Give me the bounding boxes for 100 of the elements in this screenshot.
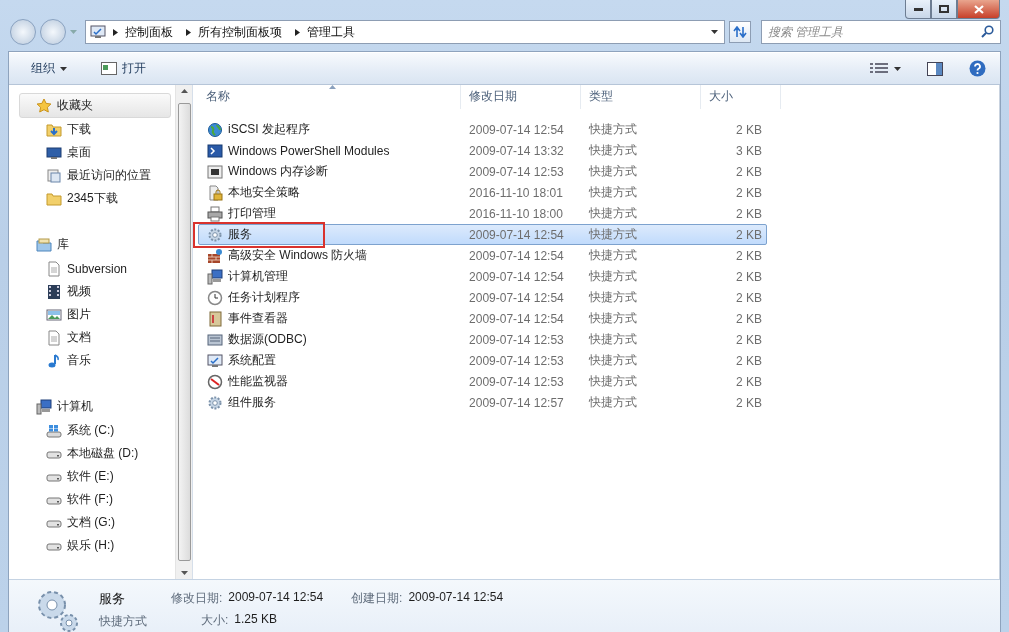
navigation-item[interactable]: 图片: [9, 303, 175, 326]
breadcrumb-arrow-icon: [113, 28, 118, 36]
dropdown-caret-icon: [711, 30, 718, 34]
scroll-up-arrow-icon[interactable]: [180, 89, 188, 93]
folder-icon: [46, 190, 62, 207]
navigation-item[interactable]: 软件 (F:): [9, 488, 175, 511]
organize-menu-button[interactable]: 组织: [23, 57, 75, 80]
navigation-group-item[interactable]: 库: [19, 232, 171, 257]
property-label: 修改日期:: [171, 590, 223, 607]
file-row[interactable]: iSCSI 发起程序 2009-07-14 12:54 快捷方式 2 KB: [198, 119, 767, 140]
size-cell: 2 KB: [736, 122, 762, 137]
file-row[interactable]: 性能监视器 2009-07-14 12:53 快捷方式 2 KB: [198, 371, 767, 392]
property-value: 1.25 KB: [234, 612, 278, 628]
navigation-group-item[interactable]: 计算机: [19, 394, 171, 419]
search-field[interactable]: 搜索 管理工具: [761, 20, 1001, 44]
type-cell: 快捷方式: [588, 121, 637, 138]
breadcrumb-arrow-icon: [186, 28, 191, 36]
music-note-icon: [46, 352, 62, 369]
preview-pane-icon: [927, 61, 943, 76]
file-row[interactable]: 任务计划程序 2009-07-14 12:54 快捷方式 2 KB: [198, 287, 767, 308]
clock-icon: [207, 289, 223, 306]
scroll-down-arrow-icon[interactable]: [180, 571, 188, 575]
file-name: 组件服务: [228, 394, 276, 411]
navigation-item[interactable]: 本地磁盘 (D:): [9, 442, 175, 465]
scrollbar[interactable]: [175, 85, 192, 579]
date-cell: 2009-07-14 12:54: [469, 248, 564, 263]
navigation-item[interactable]: 最近访问的位置: [9, 164, 175, 187]
navigation-item[interactable]: 桌面: [9, 141, 175, 164]
file-row[interactable]: Windows 内存诊断 2009-07-14 12:53 快捷方式 2 KB: [198, 161, 767, 182]
date-cell: 2009-07-14 12:54: [469, 122, 564, 137]
file-row[interactable]: 本地安全策略 2016-11-10 18:01 快捷方式 2 KB: [198, 182, 767, 203]
size-cell: 2 KB: [736, 248, 762, 263]
column-header[interactable]: 名称: [198, 85, 461, 109]
search-icon: [981, 25, 994, 38]
file-row[interactable]: Windows PowerShell Modules 2009-07-14 13:32 快捷方式 3 KB: [198, 140, 767, 161]
navigation-item[interactable]: 2345下载: [9, 187, 175, 210]
type-cell: 快捷方式: [588, 205, 637, 222]
navigation-item[interactable]: 系统 (C:): [9, 419, 175, 442]
window-icon: [101, 62, 117, 75]
picture-icon: [46, 306, 62, 323]
library-folder-icon: [36, 236, 52, 253]
file-name: 本地安全策略: [228, 184, 300, 201]
size-cell: 2 KB: [736, 269, 762, 284]
globe-icon: [207, 121, 223, 138]
column-header[interactable]: 类型: [581, 85, 701, 109]
date-cell: 2009-07-14 13:32: [469, 143, 564, 158]
printer-icon: [207, 205, 223, 222]
type-cell: 快捷方式: [588, 310, 637, 327]
file-name: Windows 内存诊断: [228, 163, 328, 180]
column-header[interactable]: 大小: [701, 85, 781, 109]
column-header[interactable]: 修改日期: [461, 85, 581, 109]
chip-icon: [207, 163, 223, 180]
type-cell: 快捷方式: [588, 268, 637, 285]
system-drive-icon: [46, 422, 62, 439]
lock-icon: [207, 184, 223, 201]
navigation-item[interactable]: 下载: [9, 118, 175, 141]
type-cell: 快捷方式: [588, 289, 637, 306]
size-cell: 2 KB: [736, 185, 762, 200]
breadcrumb-item[interactable]: 所有控制面板项: [198, 23, 282, 41]
download-folder-icon: [46, 121, 62, 138]
minimize-button[interactable]: [905, 0, 931, 19]
file-name: 数据源(ODBC): [228, 331, 307, 348]
navigation-item[interactable]: 文档 (G:): [9, 511, 175, 534]
file-name: Windows PowerShell Modules: [228, 143, 390, 158]
type-cell: 快捷方式: [588, 331, 637, 348]
refresh-button[interactable]: [729, 21, 751, 43]
refresh-icon: [733, 26, 747, 38]
navigation-item[interactable]: 软件 (E:): [9, 465, 175, 488]
document-icon: [46, 260, 62, 277]
navigation-group-item[interactable]: 收藏夹: [19, 93, 171, 118]
breadcrumb-item[interactable]: 控制面板: [125, 23, 173, 41]
file-name: iSCSI 发起程序: [228, 121, 310, 138]
maximize-button[interactable]: [931, 0, 957, 19]
help-icon: [969, 60, 986, 77]
type-cell: 快捷方式: [588, 184, 637, 201]
file-row[interactable]: 事件查看器 2009-07-14 12:54 快捷方式 2 KB: [198, 308, 767, 329]
breadcrumb-item[interactable]: 管理工具: [307, 23, 355, 41]
file-row[interactable]: 数据源(ODBC) 2009-07-14 12:53 快捷方式 2 KB: [198, 329, 767, 350]
open-button[interactable]: 打开: [93, 57, 154, 80]
property-value: 2009-07-14 12:54: [228, 590, 324, 606]
file-row[interactable]: 打印管理 2016-11-10 18:00 快捷方式 2 KB: [198, 203, 767, 224]
navigation-item[interactable]: 音乐: [9, 349, 175, 372]
type-cell: 快捷方式: [588, 142, 637, 159]
property-value: 2009-07-14 12:54: [408, 590, 504, 606]
gauge-icon: [207, 373, 223, 390]
address-bar[interactable]: 控制面板 所有控制面板项 管理工具: [85, 20, 725, 44]
navigation-item[interactable]: 文档: [9, 326, 175, 349]
navigation-item[interactable]: Subversion: [9, 257, 175, 280]
navigation-item[interactable]: 视频: [9, 280, 175, 303]
file-row[interactable]: 高级安全 Windows 防火墙 2009-07-14 12:54 快捷方式 2 KB: [198, 245, 767, 266]
close-icon: [973, 4, 984, 14]
file-name: 系统配置: [228, 352, 276, 369]
file-row[interactable]: 计算机管理 2009-07-14 12:54 快捷方式 2 KB: [198, 266, 767, 287]
navigation-item[interactable]: 娱乐 (H:): [9, 534, 175, 557]
close-button[interactable]: [957, 0, 1000, 19]
caret-icon: [60, 66, 67, 71]
file-row[interactable]: 组件服务 2009-07-14 12:57 快捷方式 2 KB: [198, 392, 767, 413]
caret-icon: [894, 66, 901, 71]
size-cell: 2 KB: [736, 227, 762, 242]
file-row[interactable]: 系统配置 2009-07-14 12:53 快捷方式 2 KB: [198, 350, 767, 371]
